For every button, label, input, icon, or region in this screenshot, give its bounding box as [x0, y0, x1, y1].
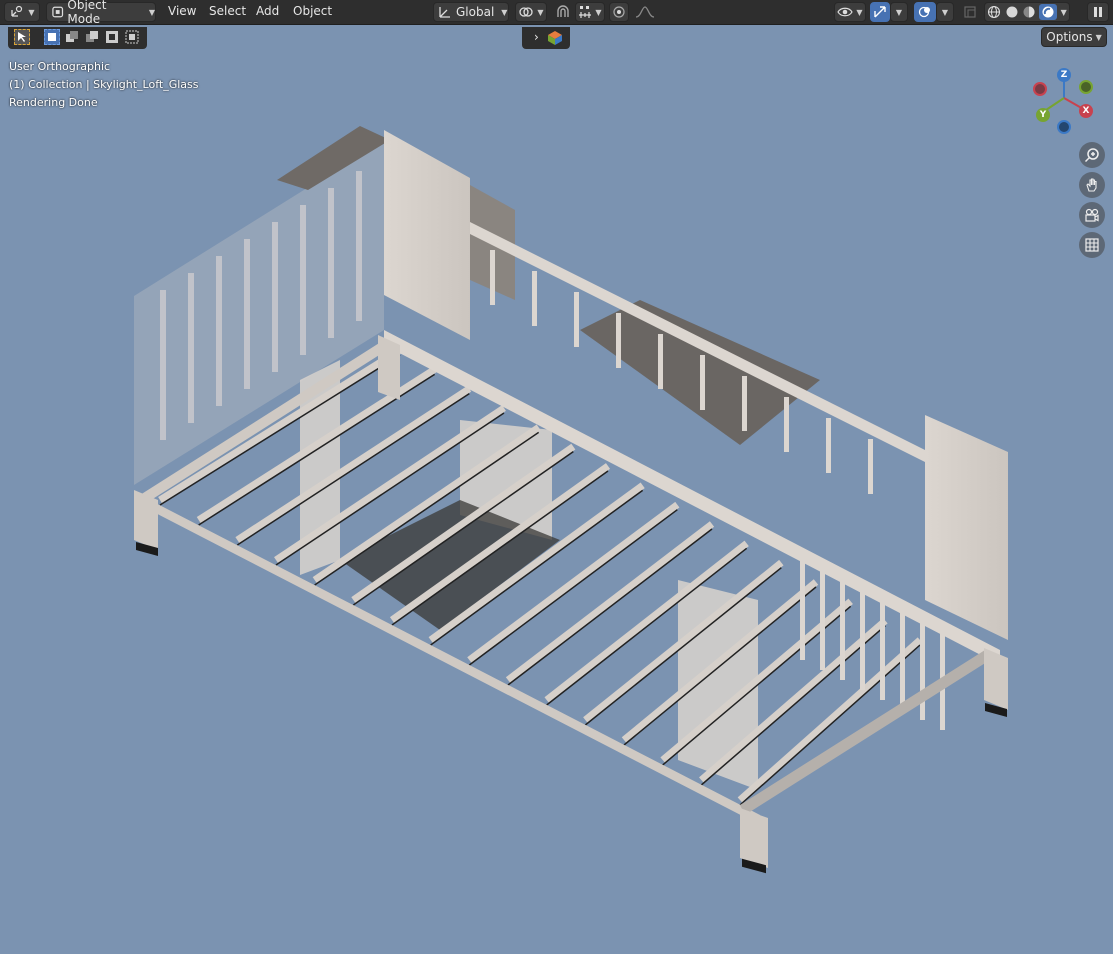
gizmo-x-axis[interactable]: X — [1079, 104, 1093, 118]
railing-post — [840, 580, 845, 680]
railing-post — [160, 290, 166, 440]
leg-left — [134, 490, 158, 550]
pan-button[interactable] — [1079, 172, 1105, 198]
gizmo-z-axis[interactable]: Z — [1057, 68, 1071, 82]
leg-mid — [378, 335, 400, 400]
camera-icon — [1085, 208, 1099, 222]
railing-post — [784, 397, 789, 452]
hand-icon — [1086, 178, 1097, 192]
railing-post — [300, 205, 306, 355]
railing-post — [356, 171, 362, 321]
railing-post — [244, 239, 250, 389]
navigation-gizmo[interactable]: Z X Y — [1028, 66, 1098, 136]
leg-bottom — [740, 808, 768, 868]
left-end-wall — [134, 140, 384, 485]
camera-view-button[interactable] — [1079, 202, 1105, 228]
gizmo-y-axis[interactable]: Y — [1036, 108, 1050, 122]
railing-post — [188, 273, 194, 423]
railing-post — [328, 188, 334, 338]
end-panel-right — [925, 415, 1008, 640]
railing-post — [700, 355, 705, 410]
grid-icon — [1085, 238, 1099, 252]
railing-post — [920, 620, 925, 720]
railing-post — [490, 250, 495, 305]
zoom-button[interactable] — [1079, 142, 1105, 168]
railing-post — [900, 610, 905, 710]
top-back-beam — [470, 222, 925, 462]
gizmo-neg-y-axis[interactable] — [1079, 80, 1093, 94]
railing-post — [658, 334, 663, 389]
railing-post — [860, 590, 865, 690]
end-panel-left — [384, 130, 470, 340]
gizmo-neg-z-axis[interactable] — [1057, 120, 1071, 134]
zoom-icon — [1084, 148, 1099, 163]
leg-right — [984, 648, 1008, 710]
ortho-toggle-button[interactable] — [1079, 232, 1105, 258]
viewport-scene[interactable] — [0, 0, 1113, 954]
railing-post — [820, 570, 825, 670]
railing-post — [216, 256, 222, 406]
railing-post — [880, 600, 885, 700]
loft-model — [134, 126, 1008, 790]
railing-post — [532, 271, 537, 326]
railing-post — [800, 560, 805, 660]
railing-post — [574, 292, 579, 347]
railing-post — [742, 376, 747, 431]
railing-post — [868, 439, 873, 494]
railing-post — [272, 222, 278, 372]
railing-post — [616, 313, 621, 368]
gizmo-neg-x-axis[interactable] — [1033, 82, 1047, 96]
railing-post — [826, 418, 831, 473]
